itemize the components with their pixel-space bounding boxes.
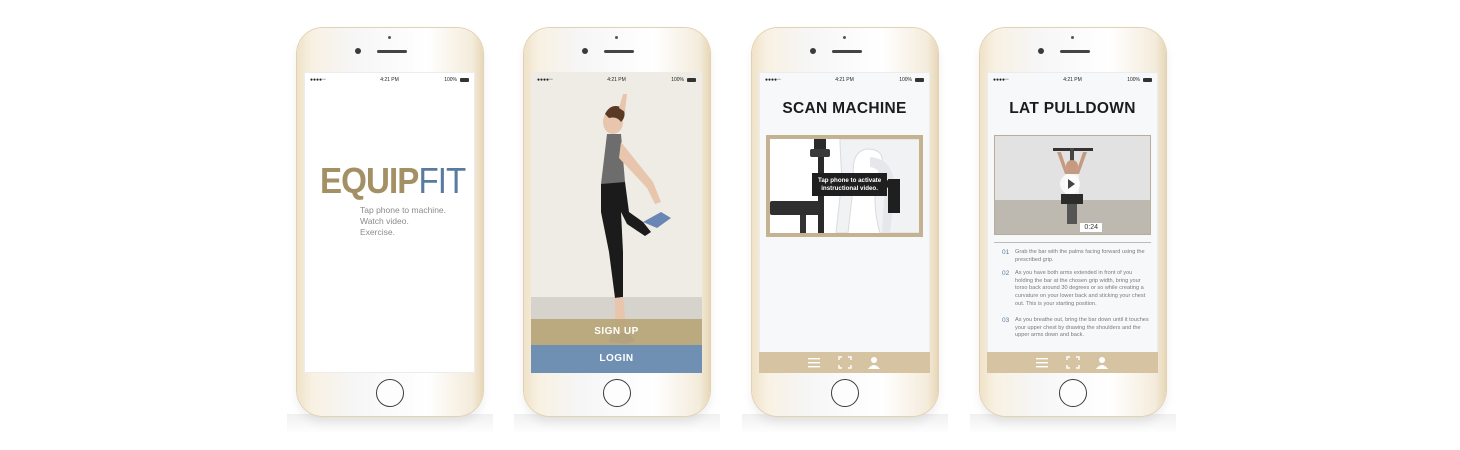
list-item: 01 Grab the bar with the palms facing fo… bbox=[994, 249, 1151, 264]
earpiece bbox=[1060, 50, 1090, 53]
battery-percent: 100% bbox=[671, 77, 684, 83]
phone-scan: ●●●●▫▫ 4:21 PM 100% SCAN MACHINE Tap pho… bbox=[742, 28, 948, 434]
status-bar: ●●●●▫▫ 4:21 PM 100% bbox=[310, 77, 469, 85]
step-number: 01 bbox=[1002, 249, 1010, 256]
login-screen: ●●●●▫▫ 4:21 PM 100% SIGN UP LOGIN bbox=[531, 72, 702, 373]
front-camera bbox=[1038, 48, 1044, 54]
menu-icon[interactable] bbox=[1035, 356, 1049, 369]
menu-icon[interactable] bbox=[807, 356, 821, 369]
front-camera bbox=[810, 48, 816, 54]
page-title: SCAN MACHINE bbox=[782, 100, 907, 117]
status-bar: ●●●●▫▫ 4:21 PM 100% bbox=[993, 77, 1152, 85]
profile-icon[interactable] bbox=[1095, 356, 1109, 369]
equipfit-logo: EQUIPFIT bbox=[320, 160, 466, 201]
scan-instruction-tooltip: Tap phone to activate instructional vide… bbox=[812, 173, 894, 197]
battery-icon bbox=[1143, 78, 1152, 82]
play-icon[interactable] bbox=[1060, 174, 1080, 194]
camera-viewfinder[interactable]: Tap phone to activate instructional vide… bbox=[766, 135, 923, 237]
home-button[interactable] bbox=[603, 379, 631, 407]
tagline-line: Watch video. bbox=[360, 216, 409, 226]
battery-percent: 100% bbox=[1127, 77, 1140, 83]
tagline: Tap phone to machine. Watch video. Exerc… bbox=[360, 205, 446, 238]
battery-icon bbox=[687, 78, 696, 82]
page-title: LAT PULLDOWN bbox=[1009, 100, 1136, 117]
scan-icon[interactable] bbox=[1066, 356, 1080, 369]
home-button[interactable] bbox=[1059, 379, 1087, 407]
phone-splash: ●●●●▫▫ 4:21 PM 100% EQUIPFIT Tap phone t… bbox=[287, 28, 493, 434]
profile-icon[interactable] bbox=[867, 356, 881, 369]
step-number: 03 bbox=[1002, 317, 1010, 325]
front-camera bbox=[355, 48, 361, 54]
battery-icon bbox=[460, 78, 469, 82]
splash-screen: ●●●●▫▫ 4:21 PM 100% EQUIPFIT Tap phone t… bbox=[304, 72, 475, 373]
battery-percent: 100% bbox=[899, 77, 912, 83]
list-item: 02 As you have both arms extended in fro… bbox=[994, 270, 1151, 308]
list-item: 03 As you breathe out, bring the bar dow… bbox=[994, 317, 1151, 340]
tagline-line: Tap phone to machine. bbox=[360, 205, 447, 215]
phone-exercise: ●●●●▫▫ 4:21 PM 100% LAT PULLDOWN 0:24 01… bbox=[970, 28, 1176, 434]
exercise-video[interactable]: 0:24 bbox=[994, 135, 1151, 235]
front-camera bbox=[582, 48, 588, 54]
earpiece bbox=[377, 50, 407, 53]
home-button[interactable] bbox=[376, 379, 404, 407]
step-number: 02 bbox=[1002, 270, 1010, 278]
scan-icon[interactable] bbox=[838, 356, 852, 369]
bottom-nav bbox=[987, 352, 1158, 373]
earpiece bbox=[604, 50, 634, 53]
earpiece bbox=[832, 50, 862, 53]
scan-screen: ●●●●▫▫ 4:21 PM 100% SCAN MACHINE Tap pho… bbox=[759, 72, 930, 373]
video-duration: 0:24 bbox=[1080, 223, 1102, 232]
step-text: As you have both arms extended in front … bbox=[1015, 270, 1146, 307]
step-text: Grab the bar with the palms facing forwa… bbox=[1015, 249, 1145, 263]
status-bar: ●●●●▫▫ 4:21 PM 100% bbox=[537, 77, 696, 85]
login-button[interactable]: LOGIN bbox=[531, 345, 702, 373]
step-text: As you breathe out, bring the bar down u… bbox=[1015, 317, 1149, 339]
bottom-nav bbox=[759, 352, 930, 373]
battery-percent: 100% bbox=[444, 77, 457, 83]
tagline-line: Exercise. bbox=[360, 227, 395, 237]
phone-login: ●●●●▫▫ 4:21 PM 100% SIGN UP LOGIN bbox=[514, 28, 720, 434]
exercise-screen: ●●●●▫▫ 4:21 PM 100% LAT PULLDOWN 0:24 01… bbox=[987, 72, 1158, 373]
sign-up-button[interactable]: SIGN UP bbox=[531, 319, 702, 345]
battery-icon bbox=[915, 78, 924, 82]
instruction-steps: 01 Grab the bar with the palms facing fo… bbox=[994, 242, 1151, 340]
home-button[interactable] bbox=[831, 379, 859, 407]
status-bar: ●●●●▫▫ 4:21 PM 100% bbox=[765, 77, 924, 85]
